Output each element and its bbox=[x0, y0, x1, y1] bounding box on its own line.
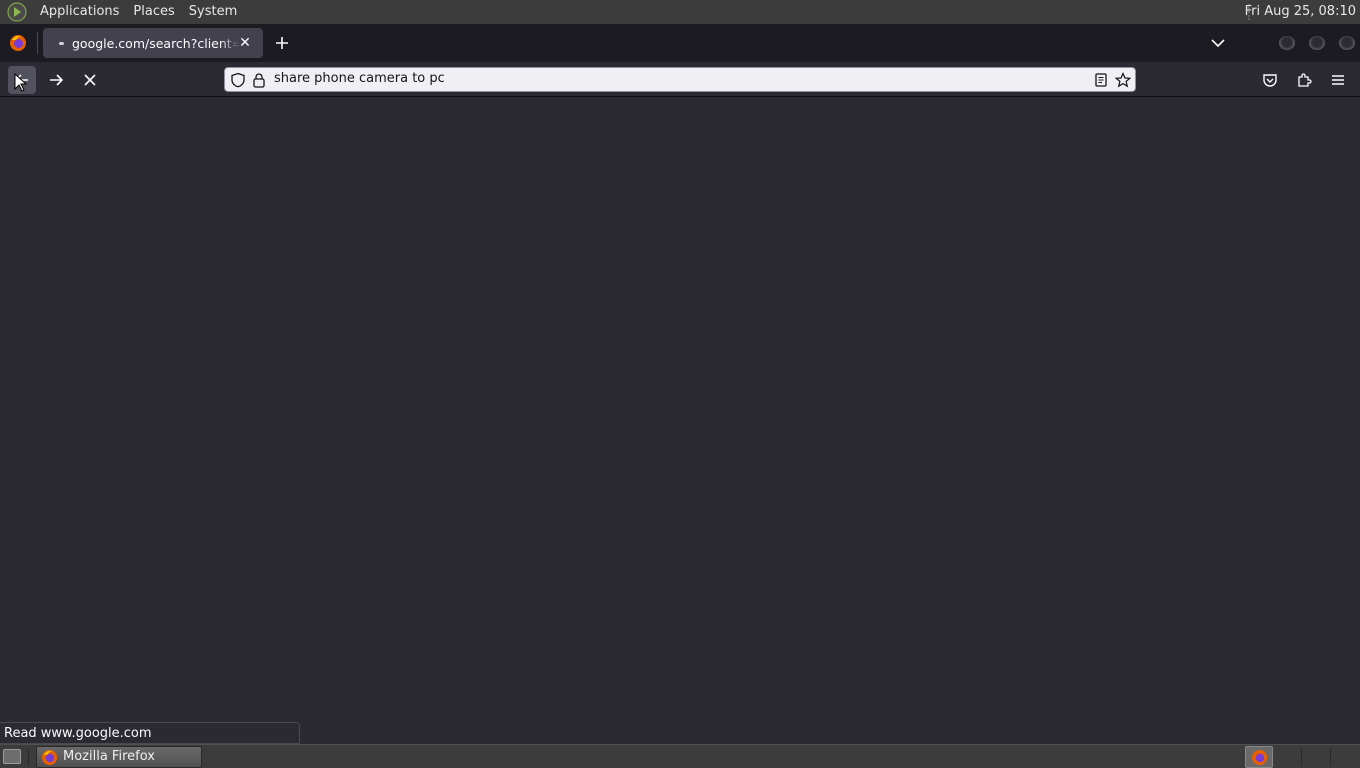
pocket-icon bbox=[1263, 74, 1277, 87]
status-panel: Read www.google.com bbox=[0, 722, 300, 744]
forward-button[interactable] bbox=[42, 66, 70, 94]
hamburger-menu-icon bbox=[1332, 75, 1344, 85]
app-menu-button[interactable] bbox=[1324, 66, 1352, 94]
stop-icon bbox=[84, 74, 96, 86]
forward-arrow-icon bbox=[50, 74, 64, 86]
close-window-button[interactable] bbox=[1339, 36, 1355, 50]
page-content[interactable] bbox=[0, 97, 1360, 743]
pocket-button[interactable] bbox=[1256, 66, 1284, 94]
firefox-icon bbox=[41, 749, 58, 766]
url-bar[interactable]: share phone camera to pc bbox=[224, 67, 1136, 92]
stop-loading-button[interactable] bbox=[76, 66, 104, 94]
extensions-button[interactable] bbox=[1290, 66, 1318, 94]
tab-strip: google.com/search?client=firefox-b-e&q=s… bbox=[0, 24, 1360, 62]
tab-google-search[interactable]: google.com/search?client=firefox-b-e&q=s… bbox=[43, 28, 263, 58]
status-text: Read www.google.com bbox=[4, 726, 152, 741]
mate-menu-icon[interactable] bbox=[7, 2, 27, 22]
tracking-protection-shield-icon[interactable] bbox=[230, 72, 246, 88]
lock-icon[interactable] bbox=[251, 72, 267, 88]
workspace-switcher[interactable] bbox=[1245, 746, 1273, 768]
new-tab-icon[interactable] bbox=[272, 33, 292, 53]
clock[interactable]: Fri Aug 25, 08:10 bbox=[1245, 0, 1356, 24]
menu-applications[interactable]: Applications bbox=[33, 0, 126, 24]
taskbar: Mozilla Firefox bbox=[0, 744, 1360, 768]
tab-loading-icon bbox=[59, 41, 64, 45]
bookmark-star-icon[interactable] bbox=[1115, 72, 1131, 88]
minimize-button[interactable] bbox=[1279, 36, 1295, 50]
menu-places[interactable]: Places bbox=[126, 0, 181, 24]
navigation-toolbar: share phone camera to pc bbox=[0, 62, 1360, 97]
firefox-view-icon[interactable] bbox=[9, 34, 27, 52]
taskbar-window-title: Mozilla Firefox bbox=[63, 749, 155, 764]
tab-separator bbox=[37, 32, 38, 54]
workspace-separator bbox=[1330, 748, 1331, 766]
url-text[interactable]: share phone camera to pc bbox=[274, 71, 445, 86]
top-panel: Applications Places System Fri Aug 25, 0… bbox=[0, 0, 1360, 24]
show-desktop-icon[interactable] bbox=[3, 749, 21, 764]
mouse-cursor-icon bbox=[14, 73, 28, 92]
firefox-workspace-icon bbox=[1251, 749, 1268, 766]
workspace-separator bbox=[1301, 748, 1302, 766]
menu-system[interactable]: System bbox=[182, 0, 244, 24]
taskbar-separator bbox=[28, 748, 29, 766]
list-all-tabs-icon[interactable] bbox=[1208, 33, 1228, 53]
taskbar-window-firefox[interactable]: Mozilla Firefox bbox=[36, 746, 202, 768]
tab-title: google.com/search?client=firefox-b-e&q=s… bbox=[72, 35, 240, 51]
maximize-button[interactable] bbox=[1309, 36, 1325, 50]
puzzle-piece-icon bbox=[1298, 73, 1312, 87]
tab-close-icon[interactable]: ✕ bbox=[236, 34, 254, 52]
reader-view-icon[interactable] bbox=[1093, 72, 1109, 88]
